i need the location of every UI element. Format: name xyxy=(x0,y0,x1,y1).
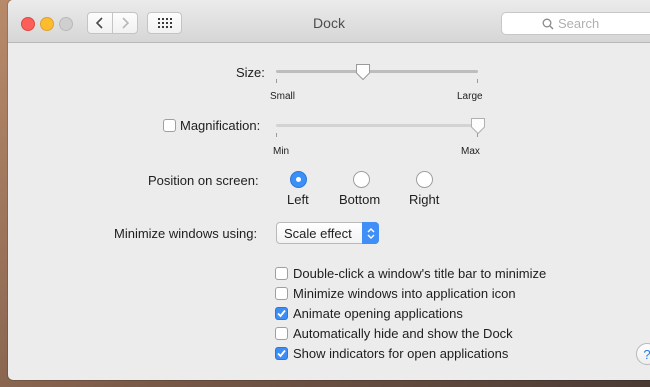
up-down-arrows-icon xyxy=(362,222,379,244)
slider-tick xyxy=(276,79,277,83)
position-left-radio[interactable] xyxy=(290,171,307,188)
search-field[interactable] xyxy=(501,12,650,35)
magnification-max-label: Max xyxy=(461,146,480,157)
magnification-checkbox[interactable] xyxy=(163,119,176,132)
magnification-label: Magnification: xyxy=(180,118,261,133)
dock-preferences-window: Dock Size: Small Large Magnification: Mi… xyxy=(8,0,650,380)
size-slider-track[interactable] xyxy=(276,70,478,73)
position-bottom-label: Bottom xyxy=(339,192,381,207)
position-right-radio[interactable] xyxy=(416,171,433,188)
animate-opening-label: Animate opening applications xyxy=(293,306,463,321)
position-right-label: Right xyxy=(409,192,440,207)
animate-opening-checkbox[interactable] xyxy=(275,307,288,320)
double-click-minimize-label: Double-click a window's title bar to min… xyxy=(293,266,547,281)
size-min-label: Small xyxy=(270,91,296,102)
minimize-label: Minimize windows using: xyxy=(114,226,258,241)
show-indicators-checkbox[interactable] xyxy=(275,347,288,360)
minimize-into-icon-label: Minimize windows into application icon xyxy=(293,286,516,301)
size-label: Size: xyxy=(236,65,265,80)
double-click-minimize-checkbox[interactable] xyxy=(275,267,288,280)
search-input[interactable] xyxy=(554,16,650,31)
minimize-effect-value: Scale effect xyxy=(284,226,352,241)
autohide-dock-label: Automatically hide and show the Dock xyxy=(293,326,513,341)
minimize-effect-popup[interactable]: Scale effect xyxy=(276,222,379,244)
checkmark-icon xyxy=(277,309,286,318)
slider-tick xyxy=(276,133,277,137)
size-slider-thumb[interactable] xyxy=(355,63,371,81)
magnification-slider-thumb[interactable] xyxy=(470,117,486,135)
position-bottom-radio[interactable] xyxy=(353,171,370,188)
search-icon xyxy=(542,18,554,29)
autohide-dock-checkbox[interactable] xyxy=(275,327,288,340)
position-label: Position on screen: xyxy=(148,173,259,188)
minimize-into-icon-checkbox[interactable] xyxy=(275,287,288,300)
size-max-label: Large xyxy=(457,91,483,102)
checkmark-icon xyxy=(277,349,286,358)
title-bar: Dock xyxy=(8,0,650,43)
position-left-label: Left xyxy=(287,192,309,207)
magnification-slider-track[interactable] xyxy=(276,124,478,127)
show-indicators-label: Show indicators for open applications xyxy=(293,346,509,361)
help-button[interactable]: ? xyxy=(636,343,650,365)
slider-tick xyxy=(477,79,478,83)
magnification-min-label: Min xyxy=(273,146,290,157)
